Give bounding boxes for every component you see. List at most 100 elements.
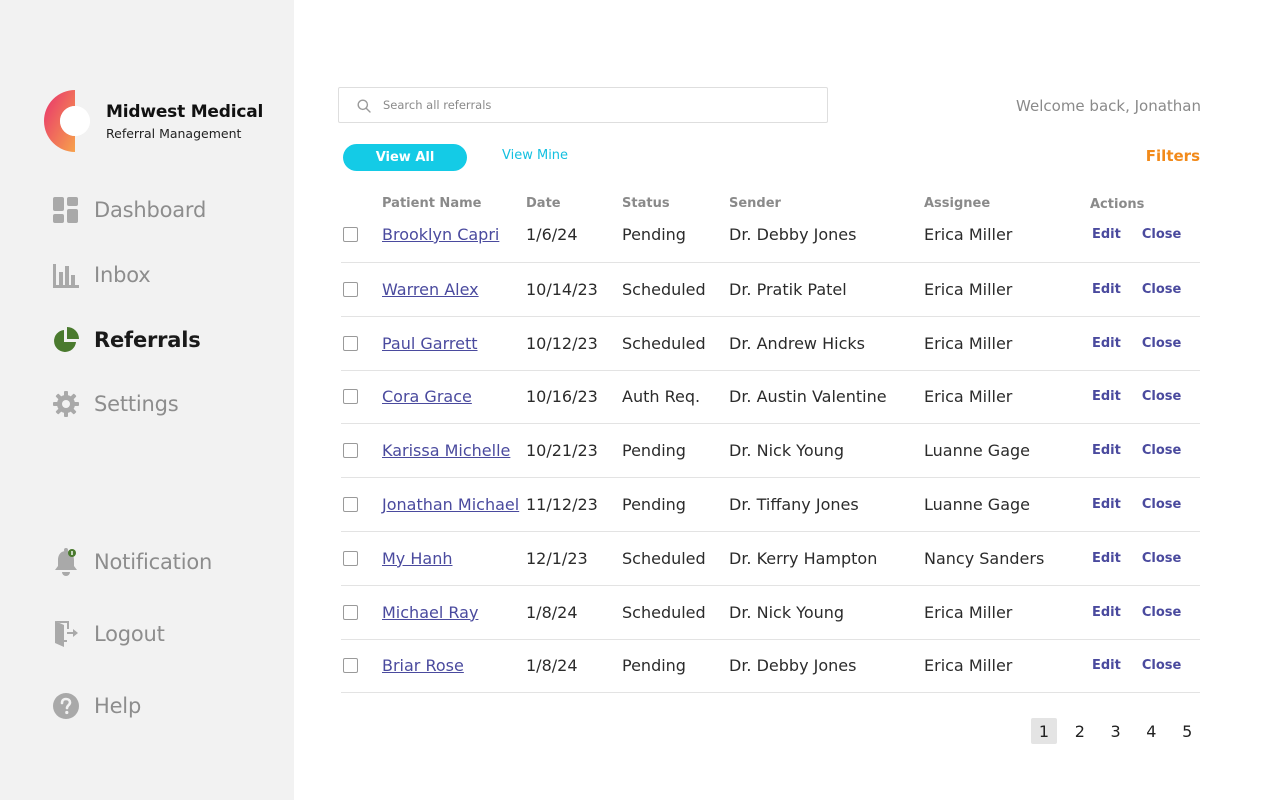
sidebar-item-label: Logout <box>94 622 165 646</box>
close-button[interactable]: Close <box>1142 282 1181 297</box>
table-row: Karissa Michelle 10/21/23 Pending Dr. Ni… <box>341 424 1200 479</box>
patient-link[interactable]: Paul Garrett <box>382 334 478 353</box>
sidebar-item-label: Settings <box>94 392 179 416</box>
date-cell: 10/16/23 <box>526 387 598 407</box>
assignee-cell: Erica Miller <box>924 602 1013 622</box>
sender-cell: Dr. Debby Jones <box>729 225 857 244</box>
header-patient-name: Patient Name <box>382 196 482 211</box>
date-cell: 12/1/23 <box>526 548 588 568</box>
sidebar-item-settings[interactable]: Settings <box>52 389 179 419</box>
date-cell: 10/12/23 <box>526 333 598 353</box>
status-cell: Scheduled <box>622 602 706 622</box>
page-1[interactable]: 1 <box>1031 718 1057 744</box>
edit-button[interactable]: Edit <box>1092 389 1121 404</box>
table-row: Cora Grace 10/16/23 Auth Req. Dr. Austin… <box>341 371 1200 425</box>
sidebar: Midwest Medical Referral Management Dash… <box>0 0 294 800</box>
sender-cell: Dr. Tiffany Jones <box>729 495 859 515</box>
assignee-cell: Luanne Gage <box>924 441 1030 461</box>
page-5[interactable]: 5 <box>1174 718 1200 744</box>
sender-cell: Dr. Andrew Hicks <box>729 333 865 353</box>
patient-link[interactable]: Cora Grace <box>382 387 472 406</box>
sidebar-item-label: Referrals <box>94 328 201 352</box>
date-cell: 1/8/24 <box>526 602 578 622</box>
patient-link[interactable]: Jonathan Michael <box>382 495 519 514</box>
close-button[interactable]: Close <box>1142 551 1181 566</box>
edit-button[interactable]: Edit <box>1092 282 1121 297</box>
row-checkbox[interactable] <box>343 281 358 297</box>
table-row: Brooklyn Capri 1/6/24 Pending Dr. Debby … <box>341 213 1200 263</box>
sidebar-item-notification[interactable]: Notification <box>52 547 212 577</box>
row-checkbox[interactable] <box>343 604 358 620</box>
search-icon <box>357 98 371 113</box>
sidebar-item-referrals[interactable]: Referrals <box>52 325 201 355</box>
status-cell: Pending <box>622 225 686 244</box>
sender-cell: Dr. Kerry Hampton <box>729 548 878 568</box>
brand-subtitle: Referral Management <box>106 125 242 141</box>
brand: Midwest Medical Referral Management <box>44 90 263 152</box>
edit-button[interactable]: Edit <box>1092 336 1121 351</box>
assignee-cell: Erica Miller <box>924 225 1013 244</box>
welcome-message: Welcome back, Jonathan <box>1016 97 1201 115</box>
sender-cell: Dr. Debby Jones <box>729 656 857 676</box>
date-cell: 10/14/23 <box>526 279 598 299</box>
close-button[interactable]: Close <box>1142 497 1181 512</box>
close-button[interactable]: Close <box>1142 336 1181 351</box>
logout-icon <box>52 621 79 648</box>
edit-button[interactable]: Edit <box>1092 227 1121 242</box>
sidebar-item-logout[interactable]: Logout <box>52 619 165 649</box>
row-checkbox[interactable] <box>343 335 358 351</box>
edit-button[interactable]: Edit <box>1092 497 1121 512</box>
date-cell: 1/6/24 <box>526 225 578 244</box>
close-button[interactable]: Close <box>1142 605 1181 620</box>
edit-button[interactable]: Edit <box>1092 658 1121 673</box>
row-checkbox[interactable] <box>343 550 358 566</box>
patient-link[interactable]: My Hanh <box>382 549 452 568</box>
search-box[interactable] <box>338 87 828 123</box>
assignee-cell: Erica Miller <box>924 333 1013 353</box>
assignee-cell: Erica Miller <box>924 387 1013 407</box>
sidebar-item-dashboard[interactable]: Dashboard <box>52 195 206 225</box>
table-header: Patient Name Date Status Sender Assignee… <box>341 196 1200 213</box>
row-checkbox[interactable] <box>343 389 358 405</box>
row-checkbox[interactable] <box>343 443 358 459</box>
sidebar-item-help[interactable]: Help <box>52 691 141 721</box>
page-2[interactable]: 2 <box>1067 718 1093 744</box>
filters-button[interactable]: Filters <box>1146 147 1200 165</box>
date-cell: 10/21/23 <box>526 441 598 461</box>
edit-button[interactable]: Edit <box>1092 443 1121 458</box>
sidebar-item-label: Inbox <box>94 263 151 287</box>
help-icon <box>52 693 79 720</box>
view-all-button[interactable]: View All <box>343 144 467 171</box>
edit-button[interactable]: Edit <box>1092 551 1121 566</box>
sidebar-item-inbox[interactable]: Inbox <box>52 260 151 290</box>
status-cell: Scheduled <box>622 333 706 353</box>
close-button[interactable]: Close <box>1142 443 1181 458</box>
close-button[interactable]: Close <box>1142 658 1181 673</box>
edit-button[interactable]: Edit <box>1092 605 1121 620</box>
view-mine-button[interactable]: View Mine <box>502 148 568 163</box>
close-button[interactable]: Close <box>1142 227 1181 242</box>
page-4[interactable]: 4 <box>1138 718 1164 744</box>
patient-link[interactable]: Warren Alex <box>382 280 479 299</box>
patient-link[interactable]: Michael Ray <box>382 603 478 622</box>
search-input[interactable] <box>383 98 803 112</box>
header-date: Date <box>526 196 561 211</box>
date-cell: 1/8/24 <box>526 656 578 676</box>
sidebar-item-label: Help <box>94 694 142 718</box>
status-cell: Pending <box>622 495 686 515</box>
patient-link[interactable]: Briar Rose <box>382 656 464 675</box>
sidebar-item-label: Notification <box>94 550 213 574</box>
header-assignee: Assignee <box>924 196 991 211</box>
status-cell: Pending <box>622 656 686 676</box>
sender-cell: Dr. Austin Valentine <box>729 387 887 407</box>
brand-logo <box>44 90 90 152</box>
patient-link[interactable]: Karissa Michelle <box>382 441 510 460</box>
row-checkbox[interactable] <box>343 227 358 242</box>
page-3[interactable]: 3 <box>1103 718 1129 744</box>
row-checkbox[interactable] <box>343 658 358 674</box>
patient-link[interactable]: Brooklyn Capri <box>382 225 499 244</box>
close-button[interactable]: Close <box>1142 389 1181 404</box>
row-checkbox[interactable] <box>343 497 358 513</box>
assignee-cell: Erica Miller <box>924 656 1013 676</box>
table-row: Warren Alex 10/14/23 Scheduled Dr. Prati… <box>341 263 1200 317</box>
